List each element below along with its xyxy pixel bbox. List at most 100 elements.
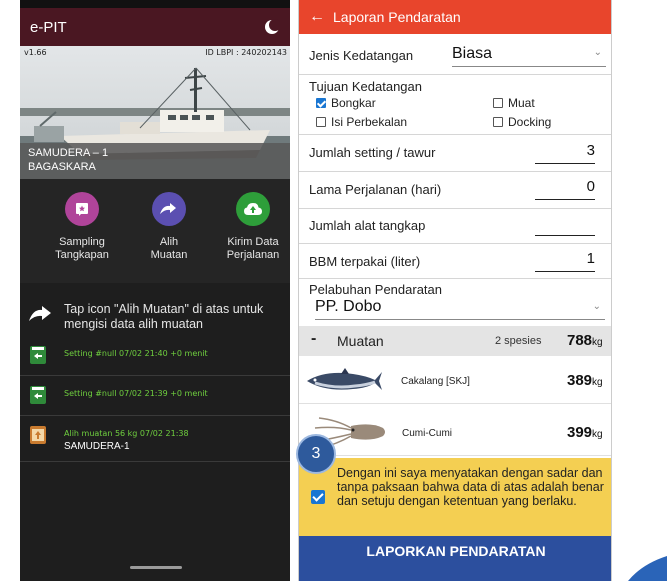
laporkan-pendaratan-button[interactable]: LAPORKAN PENDARATAN (299, 536, 611, 566)
divider (299, 243, 611, 244)
jumlah-setting-input[interactable]: 3 (537, 142, 595, 159)
isi-perbekalan-checkbox[interactable] (316, 117, 326, 127)
bottom-bar (299, 566, 611, 581)
jumlah-alat-tangkap-label: Jumlah alat tangkap (309, 218, 426, 233)
bbm-terpakai-label: BBM terpakai (liter) (309, 254, 421, 269)
action-label: Tangkapan (55, 249, 109, 261)
consent-checkbox[interactable] (311, 490, 325, 504)
pelabuhan-value: PP. Dobo (315, 298, 382, 315)
fish-weight-value: 399 (567, 424, 593, 441)
pelabuhan-pendaratan-label: Pelabuhan Pendaratan (309, 282, 443, 297)
divider (299, 171, 611, 172)
app-bar: ← Laporan Pendaratan (299, 0, 611, 34)
log-item[interactable]: Setting #null 07/02 21:39 +0 menit (20, 376, 290, 416)
log-meta: Alih muatan 56 kg 07/02 21:38 (64, 429, 189, 438)
docking-checkbox[interactable] (493, 117, 503, 127)
tujuan-kedatangan-label: Tujuan Kedatangan (309, 79, 423, 94)
id-lbpi: ID LBPI : 240202143 (205, 48, 287, 57)
select-underline (315, 319, 605, 320)
log-meta: Setting #null 07/02 21:39 +0 menit (64, 389, 208, 398)
gesture-nav-bar[interactable] (130, 566, 182, 569)
status-bar (20, 0, 290, 8)
action-label: Sampling (59, 236, 105, 248)
step-number-badge: 3 (296, 434, 336, 474)
fish-item-row[interactable]: Cumi-Cumi 399kg (299, 410, 611, 456)
alih-muatan-button[interactable]: Alih Muatan (129, 192, 209, 262)
log-sub: SAMUDERA-1 (64, 441, 130, 452)
fish-weight-value: 389 (567, 372, 593, 389)
consent-text: Dengan ini saya menyatakan dengan sadar … (337, 466, 604, 508)
lama-perjalanan-input[interactable]: 0 (537, 178, 595, 195)
star-document-icon (65, 192, 99, 226)
cloud-upload-icon (236, 192, 270, 226)
app-version: v1.66 (24, 48, 47, 57)
dark-mode-moon-icon[interactable] (264, 19, 280, 35)
sampling-tangkapan-button[interactable]: Sampling Tangkapan (42, 192, 122, 262)
decorative-corner-shape (628, 556, 667, 581)
pelabuhan-pendaratan-select[interactable]: PP. Dobo ⌄ (315, 298, 605, 322)
muatan-section-header[interactable]: - Muatan 2 spesies 788kg (299, 326, 611, 356)
jumlah-setting-label: Jumlah setting / tawur (309, 145, 436, 160)
muat-label: Muat (508, 96, 535, 110)
action-label: Muatan (150, 249, 188, 261)
chevron-down-icon: ⌄ (592, 301, 601, 312)
log-meta: Setting #null 07/02 21:40 +0 menit (64, 349, 208, 358)
app-title: e-PIT (30, 19, 67, 36)
divider (299, 134, 611, 135)
isi-perbekalan-label: Isi Perbekalan (331, 115, 408, 129)
species-count: 2 spesies (495, 335, 542, 347)
jenis-kedatangan-select[interactable]: Biasa ⌄ (452, 44, 606, 68)
kirim-data-perjalanan-button[interactable]: Kirim Data Perjalanan (213, 192, 290, 262)
action-label: Alih (159, 236, 179, 248)
docking-label: Docking (508, 115, 552, 129)
divider (299, 74, 611, 75)
epit-home-screen: e-PIT v1.66 ID LBPI: 240202143 SAMUDERA… (20, 0, 290, 581)
action-label: Perjalanan (226, 249, 280, 261)
fish-name: Cakalang [SKJ] (401, 376, 470, 387)
divider (20, 283, 290, 295)
bongkar-checkbox[interactable] (316, 98, 326, 108)
muatan-total: 788kg (567, 332, 603, 350)
hint-text: Tap icon "Alih Muatan" di atas untuk men… (64, 302, 264, 331)
fish-item-row[interactable]: Cakalang [SKJ] 389kg (299, 358, 611, 404)
fish-weight: 399kg (567, 424, 603, 442)
divider (299, 208, 611, 209)
app-bar: e-PIT (20, 8, 290, 46)
muatan-total-unit: kg (592, 337, 603, 348)
divider (299, 278, 611, 279)
transfer-arrows-icon (29, 306, 51, 321)
fish-weight-unit: kg (592, 429, 603, 440)
collapse-icon[interactable]: - (311, 330, 316, 348)
screenshot-stage: e-PIT v1.66 ID LBPI: 240202143 SAMUDERA… (0, 0, 667, 581)
muatan-label: Muatan (337, 333, 384, 349)
lama-perjalanan-label: Lama Perjalanan (hari) (309, 182, 442, 197)
tuna-fish-icon (307, 368, 382, 390)
muat-checkbox[interactable] (493, 98, 503, 108)
back-arrow-icon[interactable]: ← (309, 8, 325, 26)
bbm-terpakai-input[interactable]: 1 (537, 250, 595, 267)
fish-weight-unit: kg (592, 377, 603, 388)
page-title: Laporan Pendaratan (333, 9, 461, 25)
jenis-kedatangan-label: Jenis Kedatangan (309, 48, 414, 63)
log-item[interactable]: Alih muatan 56 kg 07/02 21:38 SAMUDERA-1 (20, 416, 290, 462)
input-underline (535, 163, 595, 164)
input-underline (535, 235, 595, 236)
fishing-setting-icon (30, 386, 46, 404)
muatan-total-value: 788 (567, 332, 593, 349)
input-underline (535, 271, 595, 272)
laporan-pendaratan-screen: ← Laporan Pendaratan Jenis Kedatangan Bi… (298, 0, 612, 581)
jenis-kedatangan-value: Biasa (452, 45, 493, 62)
action-label: Kirim Data (227, 236, 279, 248)
bongkar-label: Bongkar (331, 96, 376, 110)
input-underline (535, 199, 595, 200)
ship-name-secondary: BAGASKARA (28, 161, 96, 173)
fish-weight: 389kg (567, 372, 603, 390)
fishing-setting-icon (30, 346, 46, 364)
fish-name: Cumi-Cumi (402, 428, 452, 439)
cargo-box-icon (30, 426, 46, 444)
select-underline (452, 66, 606, 67)
chevron-down-icon: ⌄ (593, 47, 602, 58)
ship-name-primary: SAMUDERA – 1 (28, 147, 109, 159)
log-item[interactable]: Setting #null 07/02 21:40 +0 menit (20, 336, 290, 376)
transfer-arrows-icon (152, 192, 186, 226)
